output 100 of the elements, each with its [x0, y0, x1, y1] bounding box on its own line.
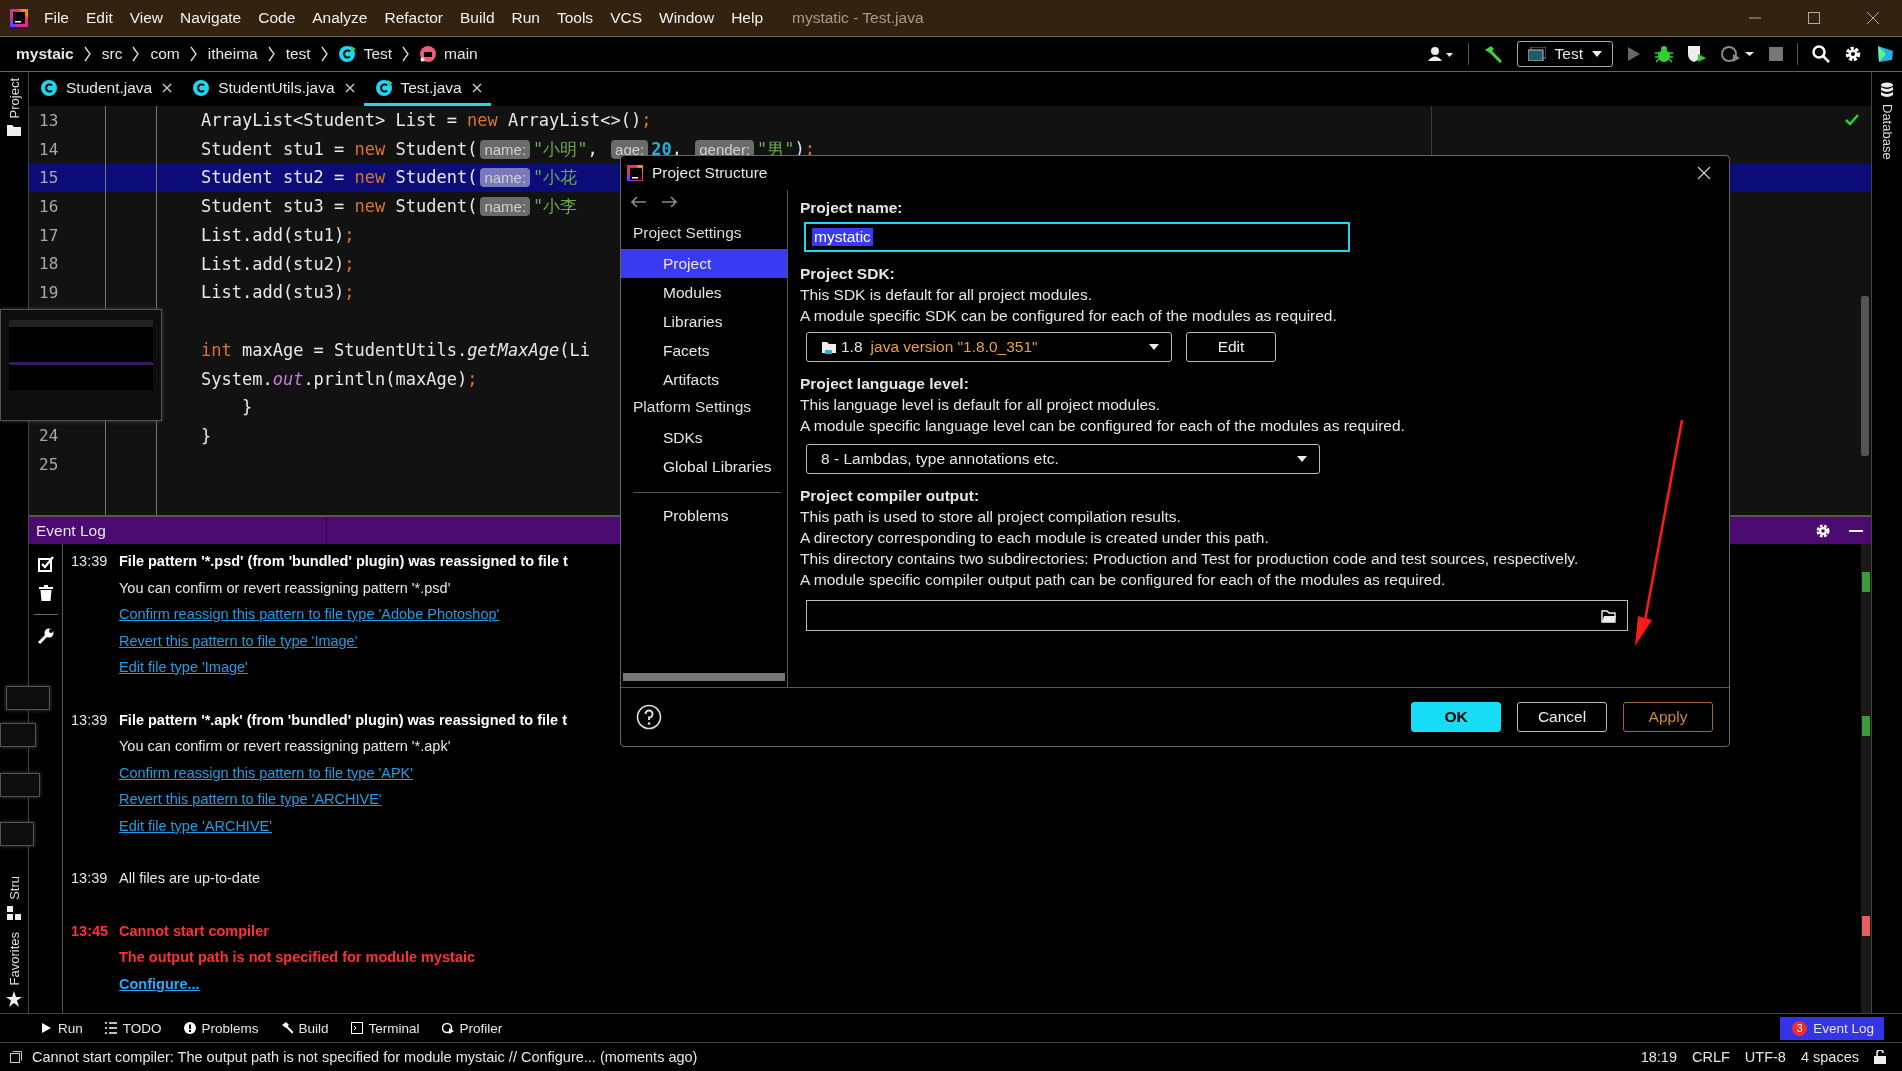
status-item[interactable]: 18:19: [1640, 1049, 1677, 1065]
log-link[interactable]: Configure...: [119, 975, 200, 992]
apply-button[interactable]: Apply: [1623, 702, 1713, 732]
description-text: A directory corresponding to each module is created under this path.: [800, 528, 1270, 548]
chevron-icon: [402, 46, 411, 62]
help-icon[interactable]: [636, 704, 662, 730]
back-arrow-icon[interactable]: [631, 196, 647, 208]
ok-button[interactable]: OK: [1411, 702, 1501, 732]
menu-item[interactable]: Run: [511, 9, 540, 27]
nav-item[interactable]: Libraries: [621, 307, 787, 336]
profiler-icon: [441, 1022, 454, 1034]
status-item[interactable]: CRLF: [1692, 1049, 1730, 1065]
log-link[interactable]: Edit file type 'ARCHIVE': [119, 817, 272, 834]
menu-item[interactable]: View: [129, 9, 164, 27]
trash-icon[interactable]: [38, 585, 53, 601]
line-number: 14: [38, 139, 60, 159]
close-icon[interactable]: [470, 81, 483, 94]
chevron-icon: [267, 46, 276, 62]
user-icon[interactable]: [1427, 46, 1454, 62]
checkbox-icon[interactable]: [37, 556, 54, 572]
maximize-icon[interactable]: [1807, 11, 1821, 25]
breadcrumb-item[interactable]: Test: [363, 45, 393, 63]
forward-arrow-icon[interactable]: [661, 196, 677, 208]
tool-window-button[interactable]: Stru: [6, 875, 22, 920]
tool-window-button[interactable]: Run: [40, 1020, 83, 1036]
breadcrumb-item[interactable]: mystaic: [16, 45, 74, 63]
editor-tab[interactable]: StudentUtils.java: [181, 72, 364, 106]
tool-window-button[interactable]: Project: [6, 78, 22, 137]
panel-toggle-icon[interactable]: [10, 1051, 22, 1063]
log-link[interactable]: Revert this pattern to file type 'ARCHIVE': [119, 791, 382, 807]
breadcrumb-item[interactable]: main: [444, 45, 478, 63]
toolbox-logo-icon[interactable]: [1876, 45, 1894, 63]
menu-item[interactable]: Analyze: [312, 9, 368, 27]
nav-item[interactable]: Modules: [621, 278, 787, 307]
log-link[interactable]: Confirm reassign this pattern to file type 'Adobe Photoshop': [119, 606, 500, 622]
log-link[interactable]: Edit file type 'Image': [119, 659, 248, 675]
shield-run-icon[interactable]: [1687, 45, 1707, 63]
edit-button[interactable]: Edit: [1186, 332, 1276, 362]
settings-icon[interactable]: [1815, 522, 1831, 539]
window-title: mystatic - Test.java: [792, 9, 924, 27]
menu-item[interactable]: Window: [659, 9, 715, 27]
nav-item[interactable]: SDKs: [621, 423, 787, 452]
log-message: The output path is not specified for module mystaic: [119, 949, 476, 965]
code-line: List.add(stu2);: [201, 253, 355, 274]
close-icon[interactable]: [1866, 11, 1880, 25]
nav-item[interactable]: Problems: [621, 501, 787, 530]
tool-window-button[interactable]: Favorites: [6, 931, 22, 1007]
menu-item[interactable]: File: [44, 9, 69, 27]
scrollbar[interactable]: [623, 673, 785, 681]
menu-item[interactable]: Code: [258, 9, 296, 27]
editor-tab[interactable]: Student.java: [29, 72, 182, 106]
breadcrumb-item[interactable]: com: [150, 45, 180, 63]
log-timestamp: 13:39: [71, 710, 109, 730]
sdk-dropdown[interactable]: 1.8 java version "1.8.0_351": [806, 332, 1172, 362]
menu-item[interactable]: Navigate: [180, 9, 242, 27]
menu-item[interactable]: Refactor: [384, 9, 444, 27]
breadcrumb-item[interactable]: itheima: [207, 45, 258, 63]
settings-icon[interactable]: [1844, 45, 1862, 63]
lock-icon[interactable]: [1874, 1050, 1886, 1064]
gauge-caret-icon[interactable]: [1721, 45, 1755, 63]
chevron-icon: [189, 46, 198, 62]
cancel-button[interactable]: Cancel: [1517, 702, 1607, 732]
chevron-icon: [83, 46, 92, 62]
text-field[interactable]: mystatic: [804, 222, 1350, 252]
breadcrumb-item[interactable]: src: [101, 45, 123, 63]
nav-item[interactable]: Artifacts: [621, 365, 787, 394]
error-marker: [1862, 916, 1870, 936]
wrench-icon[interactable]: [37, 628, 54, 644]
tool-window-button[interactable]: Problems: [183, 1020, 259, 1036]
nav-item[interactable]: Facets: [621, 336, 787, 365]
event-log-button[interactable]: 3 Event Log: [1780, 1016, 1884, 1040]
status-item[interactable]: 4 spaces: [1800, 1049, 1859, 1065]
menu-item[interactable]: Build: [460, 9, 495, 27]
nav-item[interactable]: Project: [621, 249, 787, 278]
log-link[interactable]: Confirm reassign this pattern to file type 'APK': [119, 764, 414, 781]
language-level-dropdown[interactable]: 8 - Lambdas, type annotations etc.: [806, 444, 1320, 474]
close-icon[interactable]: [1697, 166, 1711, 180]
run-configuration-dropdown[interactable]: Test: [1516, 41, 1613, 67]
log-link[interactable]: Revert this pattern to file type 'Image': [119, 632, 358, 649]
path-field[interactable]: [806, 600, 1628, 631]
tool-window-button[interactable]: TODO: [104, 1020, 162, 1036]
tool-window-button[interactable]: Database: [1872, 72, 1902, 160]
tool-window-button[interactable]: Build: [280, 1020, 329, 1036]
close-icon[interactable]: [343, 81, 356, 94]
folder-icon[interactable]: [1601, 608, 1617, 623]
breadcrumb-item[interactable]: test: [285, 45, 311, 63]
search-icon[interactable]: [1812, 45, 1830, 63]
bug-icon[interactable]: [1655, 45, 1673, 63]
scrollbar[interactable]: [1861, 296, 1869, 456]
tool-window-button[interactable]: Profiler: [441, 1020, 503, 1036]
tool-window-button[interactable]: Terminal: [350, 1020, 420, 1036]
menu-item[interactable]: Tools: [556, 9, 594, 27]
nav-item[interactable]: Global Libraries: [621, 452, 787, 481]
status-item[interactable]: UTF-8: [1744, 1049, 1786, 1065]
scrollbar[interactable]: [1861, 544, 1871, 1013]
menu-item[interactable]: Edit: [86, 9, 113, 27]
menu-item[interactable]: Help: [731, 9, 764, 27]
run-icon[interactable]: [1627, 46, 1641, 62]
close-icon[interactable]: [161, 81, 174, 94]
menu-item[interactable]: VCS: [610, 9, 642, 27]
